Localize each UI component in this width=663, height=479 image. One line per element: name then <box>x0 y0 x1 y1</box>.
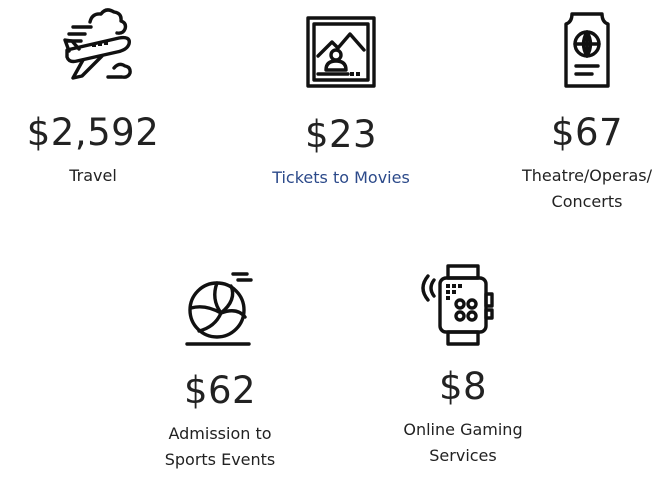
amount-sports: $62 <box>183 369 257 412</box>
volleyball-icon <box>185 272 253 346</box>
amount-gaming: $8 <box>438 365 488 408</box>
label-theatre: Theatre/Operas/ Concerts <box>522 166 652 211</box>
amount-theatre: $67 <box>550 111 624 154</box>
label-movies-link[interactable]: Tickets to Movies <box>246 165 436 191</box>
movie-ticket-icon <box>306 16 376 88</box>
amount-travel: $2,592 <box>26 111 160 154</box>
spending-card-gaming: $8 Online Gaming Services <box>368 254 558 469</box>
label-travel: Travel <box>69 166 117 185</box>
label-gaming: Online Gaming Services <box>403 420 523 465</box>
spending-card-theatre: $67 Theatre/Operas/ Concerts <box>492 0 663 215</box>
label-sports: Admission to Sports Events <box>164 424 276 469</box>
spending-card-travel: $2,592 Travel <box>0 0 188 189</box>
gaming-device-icon <box>421 264 494 346</box>
concert-ticket-icon <box>564 12 610 88</box>
spending-card-movies: $23 Tickets to Movies <box>246 0 436 191</box>
airplane-clouds-icon <box>63 8 132 80</box>
spending-card-sports: $62 Admission to Sports Events <box>125 254 315 473</box>
amount-movies: $23 <box>304 113 378 156</box>
